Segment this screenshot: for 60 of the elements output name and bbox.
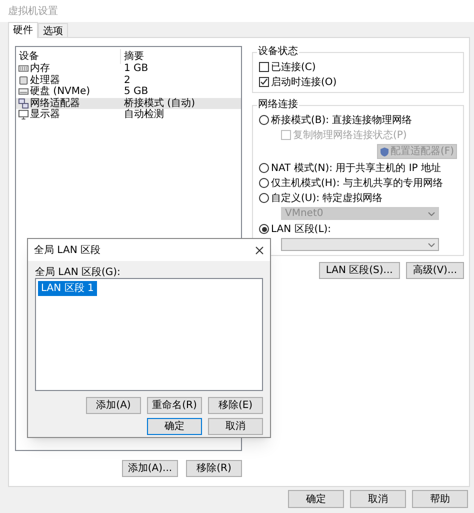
checkbox-label: 已连接(C) xyxy=(271,60,316,74)
device-name: 内存 xyxy=(30,62,50,74)
group-title: 网络连接 xyxy=(257,99,299,111)
device-name: 硬盘 (NVMe) xyxy=(30,85,90,98)
radio-button[interactable] xyxy=(259,115,269,125)
device-name: 网络适配器 xyxy=(30,96,80,109)
checkbox[interactable] xyxy=(259,77,269,87)
device-summary: 自动检测 xyxy=(123,108,164,122)
checkbox-label: 复制物理网络连接状态(P) xyxy=(293,128,407,142)
button[interactable]: 确定 xyxy=(147,418,202,435)
button[interactable]: 高级(V)... xyxy=(406,262,464,279)
button[interactable]: 取消 xyxy=(208,418,263,435)
chevron-down-icon xyxy=(428,242,435,246)
shield-icon xyxy=(380,146,390,156)
button[interactable]: 重命名(R) xyxy=(147,397,202,414)
tab[interactable]: 硬件 xyxy=(8,22,38,38)
column-header[interactable]: 设备 xyxy=(16,48,121,64)
list-row[interactable]: 网络适配器 桥接模式 (自动) xyxy=(16,98,241,109)
list-row[interactable]: 显示器 自动检测 xyxy=(16,109,241,120)
button[interactable]: 添加(A)... xyxy=(122,460,178,477)
radio-button[interactable] xyxy=(259,178,269,188)
device-summary: 5 GB xyxy=(123,85,148,98)
tab[interactable]: 选项 xyxy=(38,23,68,37)
radio-button[interactable] xyxy=(259,163,269,173)
radio-label: NAT 模式(N): 用于共享主机的 IP 地址 xyxy=(271,162,441,176)
checkbox[interactable] xyxy=(259,62,269,72)
monitor-icon xyxy=(18,109,29,120)
window-title: 虚拟机设置 xyxy=(8,4,58,18)
chip-icon xyxy=(18,74,29,86)
radio-label: 自定义(U): 特定虚拟网络 xyxy=(271,192,383,206)
chevron-down-icon xyxy=(428,212,435,216)
radio-button[interactable] xyxy=(259,193,269,203)
device-summary: 1 GB xyxy=(123,62,148,76)
group-title: 设备状态 xyxy=(257,46,299,58)
radio-label: 仅主机模式(H): 与主机共享的专用网络 xyxy=(271,176,443,190)
button[interactable]: 取消 xyxy=(350,490,406,508)
device-name: 显示器 xyxy=(30,108,60,122)
device-summary: 桥接模式 (自动) xyxy=(123,96,195,109)
button[interactable]: 添加(A) xyxy=(86,397,141,414)
list-item[interactable]: LAN 区段 1 xyxy=(38,281,97,296)
list-label: 全局 LAN 区段(G): xyxy=(35,266,122,278)
list-row[interactable]: 硬盘 (NVMe) 5 GB xyxy=(16,86,241,98)
device-summary: 2 xyxy=(123,74,130,86)
button[interactable]: LAN 区段(S)... xyxy=(318,262,400,279)
column-header[interactable]: 摘要 xyxy=(121,48,144,64)
close-icon[interactable] xyxy=(255,246,264,254)
button[interactable]: 移除(R) xyxy=(186,460,242,477)
button[interactable]: 确定 xyxy=(288,490,344,508)
network-icon xyxy=(18,98,29,109)
list-row[interactable]: 处理器 2 xyxy=(16,74,241,86)
radio-label: LAN 区段(L): xyxy=(271,222,332,236)
radio-button[interactable] xyxy=(259,224,269,234)
device-name: 处理器 xyxy=(30,74,60,86)
dialog-title: 全局 LAN 区段 xyxy=(34,244,100,258)
button[interactable]: 移除(E) xyxy=(208,397,263,414)
memory-icon xyxy=(18,63,29,74)
radio-label: 桥接模式(B): 直接连接物理网络 xyxy=(271,114,412,128)
button[interactable]: 帮助 xyxy=(412,490,468,508)
checkbox-label: 启动时连接(O) xyxy=(271,76,337,90)
list-row[interactable]: 内存 1 GB xyxy=(16,63,241,74)
